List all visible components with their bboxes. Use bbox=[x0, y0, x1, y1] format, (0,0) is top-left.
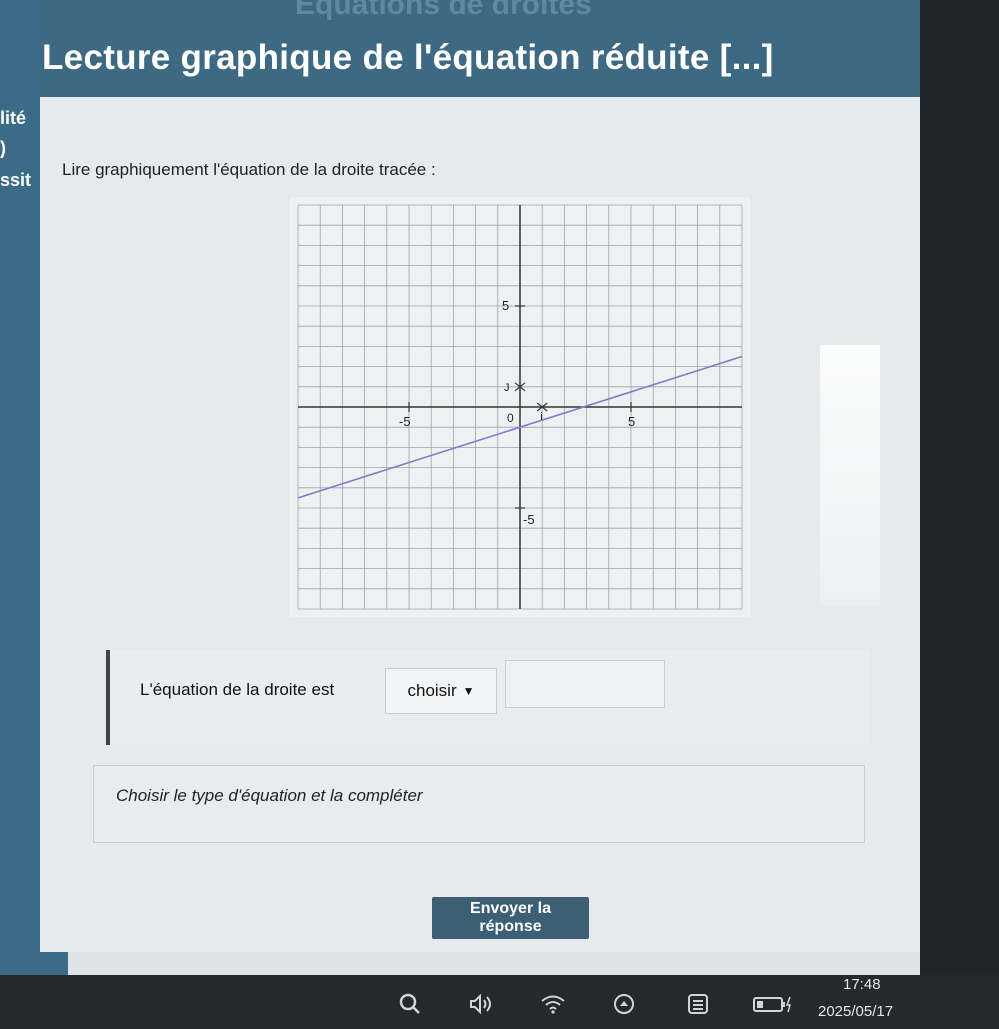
clock-time: 17:48 bbox=[843, 976, 881, 993]
search-icon[interactable] bbox=[398, 992, 422, 1022]
screen-glare bbox=[820, 345, 880, 605]
sidebar-fragment: ) bbox=[0, 138, 6, 158]
wifi-icon[interactable] bbox=[540, 992, 566, 1022]
equation-type-select[interactable]: choisir ▼ bbox=[385, 668, 497, 714]
answer-box: L'équation de la droite est choisir ▼ bbox=[106, 650, 870, 745]
menu-icon[interactable] bbox=[686, 992, 710, 1022]
exercise-panel: Lire graphiquement l'équation de la droi… bbox=[40, 97, 920, 952]
unit-i-label: i bbox=[540, 411, 542, 423]
clock-date: 2025/05/17 bbox=[818, 1003, 894, 1020]
hint-box: Choisir le type d'équation et la complét… bbox=[93, 765, 865, 843]
up-arrow-icon[interactable] bbox=[612, 992, 636, 1022]
unit-j-label: J bbox=[504, 382, 510, 394]
sidebar-fragment: ssit bbox=[0, 170, 32, 190]
speaker-icon[interactable] bbox=[468, 992, 494, 1022]
equation-input[interactable] bbox=[505, 660, 665, 708]
x-tick-label-pos: 5 bbox=[628, 414, 635, 429]
caret-down-icon: ▼ bbox=[462, 684, 475, 698]
y-tick-label-neg: -5 bbox=[523, 512, 535, 527]
origin-label: 0 bbox=[507, 411, 514, 425]
sidebar-fragment: lité bbox=[0, 108, 27, 128]
battery-icon bbox=[752, 992, 796, 1022]
answer-label: L'équation de la droite est bbox=[140, 680, 335, 699]
browser-screen: lité ) ssit Equations de droites Lecture… bbox=[0, 0, 920, 975]
y-tick-label-pos: 5 bbox=[502, 298, 509, 313]
question-prompt: Lire graphiquement l'équation de la droi… bbox=[62, 160, 436, 179]
hint-text: Choisir le type d'équation et la complét… bbox=[116, 786, 423, 805]
page-title: Lecture graphique de l'équation réduite … bbox=[42, 38, 774, 77]
x-tick-label-neg: -5 bbox=[399, 414, 411, 429]
select-value: choisir bbox=[407, 681, 457, 700]
line-graph: -5 5 5 -5 0 i J bbox=[290, 197, 750, 617]
submit-button[interactable]: Envoyer la réponse bbox=[432, 897, 589, 939]
faded-page-heading: Equations de droites bbox=[295, 0, 592, 21]
